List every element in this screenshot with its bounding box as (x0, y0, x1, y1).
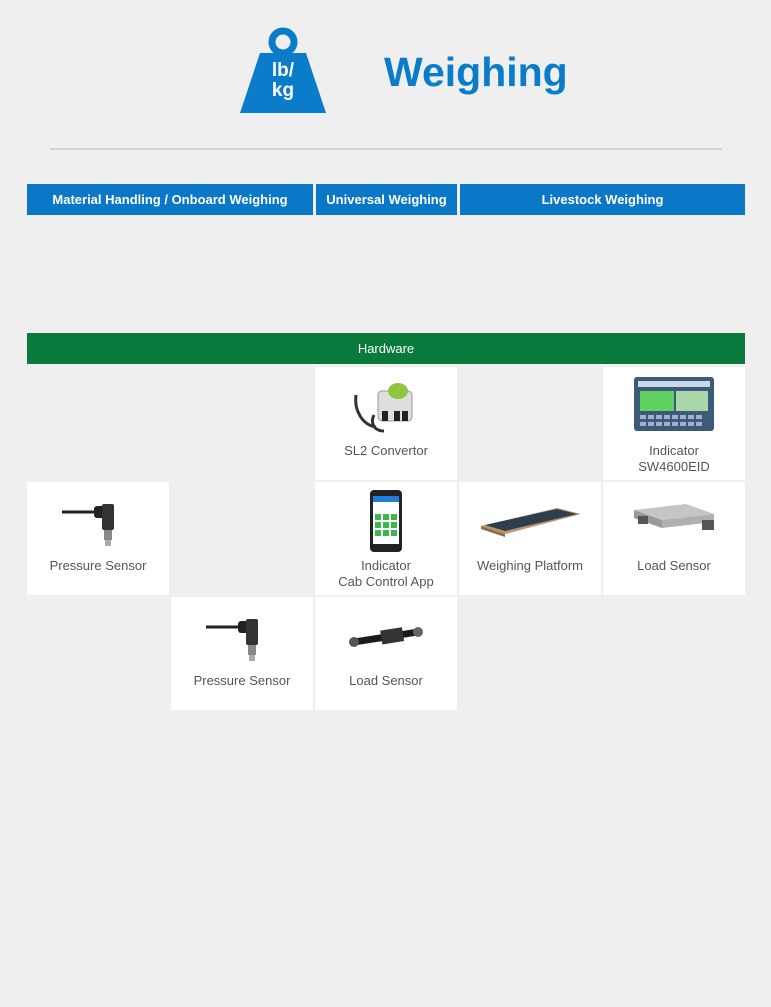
tab-material-handling[interactable]: Material Handling / Onboard Weighing (27, 184, 313, 215)
load-bar-icon (603, 490, 745, 548)
pressure-sensor-icon (27, 490, 169, 548)
product-card-indicator-sw4600eid[interactable]: Indicator SW4600EID (603, 367, 745, 480)
sl2-convertor-icon (315, 375, 457, 433)
product-card-weighing-platform[interactable]: Weighing Platform (459, 482, 601, 595)
product-name: Pressure Sensor (49, 558, 147, 573)
tab-livestock-weighing[interactable]: Livestock Weighing (460, 184, 745, 215)
product-name-line2: Cab Control App (338, 574, 434, 589)
indicator-sw4600eid-icon (603, 375, 745, 433)
product-card-sl2-convertor[interactable]: SL2 Convertor (315, 367, 457, 480)
weighing-platform-icon (459, 490, 601, 548)
product-card-pressure-sensor-2[interactable]: Pressure Sensor (171, 597, 313, 710)
pressure-sensor-icon (171, 605, 313, 663)
product-card-pressure-sensor[interactable]: Pressure Sensor (27, 482, 169, 595)
weight-icon-text-top: lb/ (271, 60, 295, 81)
weight-icon-text-bottom: kg (271, 80, 295, 101)
tab-universal-weighing[interactable]: Universal Weighing (316, 184, 457, 215)
header-divider (50, 148, 722, 150)
page-title: Weighing (384, 49, 568, 95)
product-name-line1: Indicator (361, 558, 411, 573)
product-name: Load Sensor (637, 558, 711, 573)
product-name: Weighing Platform (477, 558, 583, 573)
smartphone-app-icon (315, 490, 457, 552)
product-card-cab-control-app[interactable]: Indicator Cab Control App (315, 482, 457, 595)
product-name: SL2 Convertor (344, 443, 428, 458)
product-name: Load Sensor (349, 673, 423, 688)
product-name: Pressure Sensor (193, 673, 291, 688)
product-card-load-sensor-2[interactable]: Load Sensor (315, 597, 457, 710)
page-header: lb/ kg Weighing (0, 0, 771, 150)
product-name-line1: Indicator (649, 443, 699, 458)
load-cell-icon (315, 605, 457, 663)
weight-lb-kg-icon: lb/ kg (238, 27, 328, 115)
product-name-line2: SW4600EID (638, 459, 710, 474)
product-card-load-sensor[interactable]: Load Sensor (603, 482, 745, 595)
hardware-section-header: Hardware (27, 333, 745, 364)
